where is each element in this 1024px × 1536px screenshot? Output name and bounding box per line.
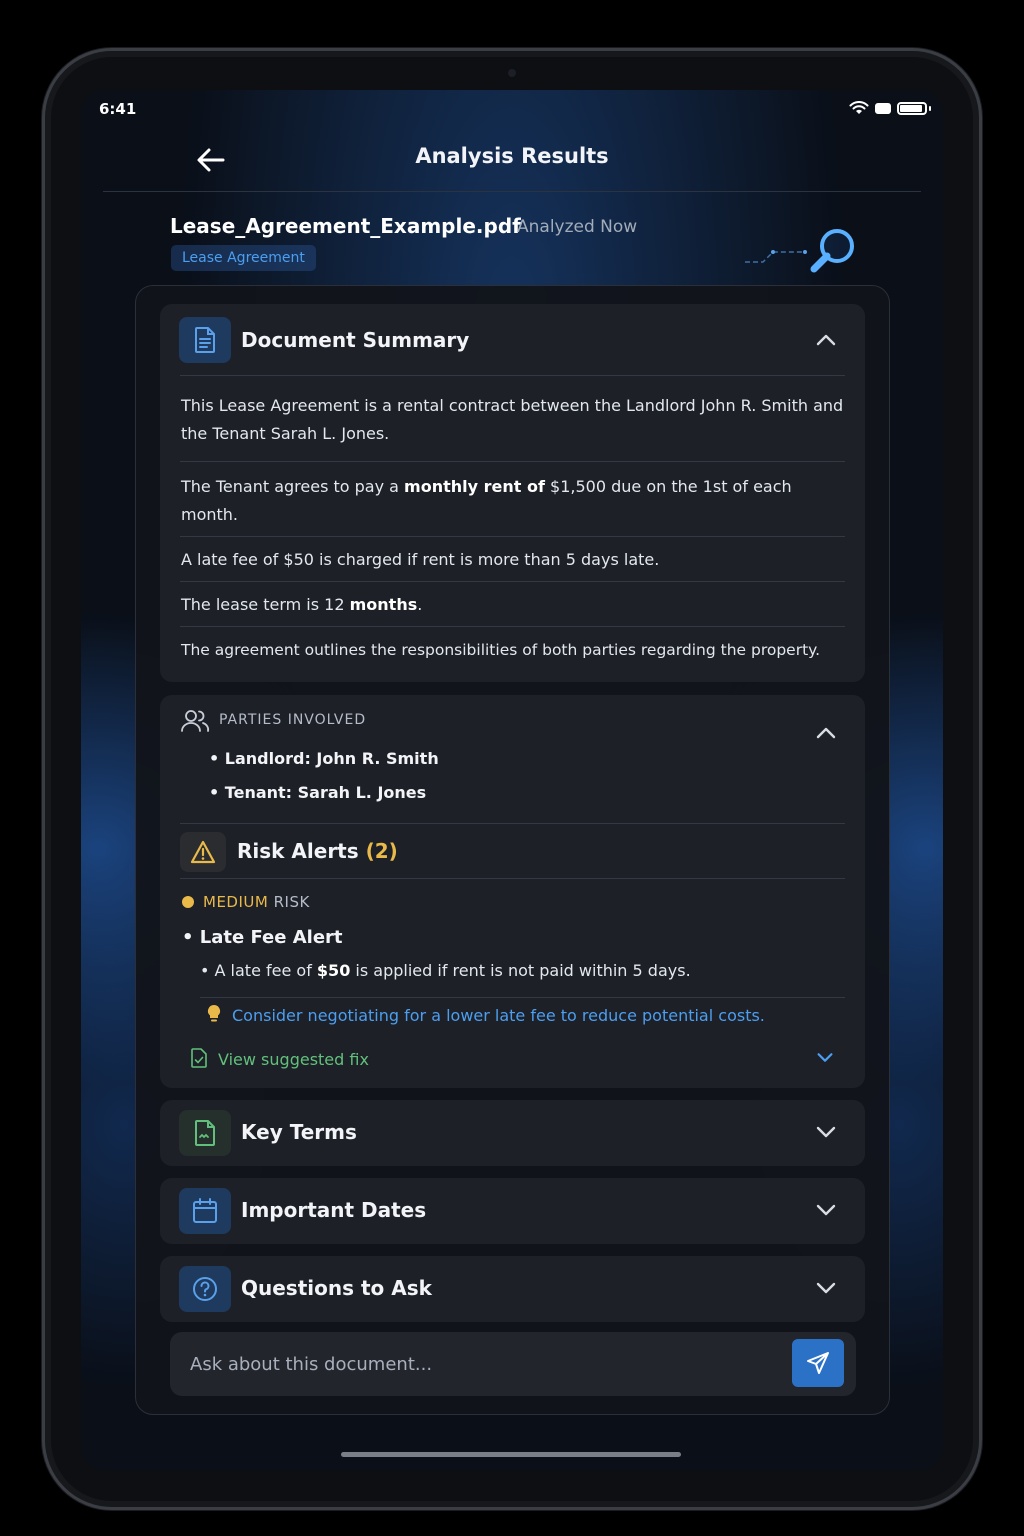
risk-alerts-label: Risk Alerts (237, 839, 359, 863)
alert-desc-part: • A late fee of (200, 961, 317, 980)
magnifier-icon (745, 229, 854, 273)
party-landlord: • Landlord: John R. Smith (209, 749, 439, 768)
parties-risk-card: PARTIES INVOLVED • Landlord: John R. Smi… (160, 695, 865, 1088)
questions-card[interactable]: Questions to Ask (160, 1256, 865, 1322)
chevron-down-icon[interactable] (814, 1120, 838, 1144)
summary-text-part: The lease term is 12 (181, 595, 350, 614)
summary-paragraph-1: This Lease Agreement is a rental contrac… (181, 396, 844, 443)
divider (200, 997, 845, 998)
summary-icon-box (179, 317, 231, 363)
risk-level-severity: MEDIUM (203, 893, 269, 911)
chevron-down-icon[interactable] (814, 1046, 836, 1068)
app-screen: 6:41 Analysis Results Lease_Agreement_Ex… (81, 90, 943, 1470)
risk-tip: Consider negotiating for a lower late fe… (232, 1006, 765, 1025)
important-dates-title: Important Dates (241, 1198, 427, 1222)
questions-icon-box (179, 1266, 231, 1312)
parties-label: PARTIES INVOLVED (219, 712, 367, 728)
status-bar: 6:41 (81, 90, 943, 130)
questions-title: Questions to Ask (241, 1276, 432, 1300)
summary-paragraph-3: A late fee of $50 is charged if rent is … (181, 550, 660, 569)
warning-icon-box (180, 832, 226, 872)
summary-text-part: The Tenant agrees to pay a (181, 477, 405, 496)
chevron-up-icon[interactable] (814, 328, 838, 352)
ask-document-input[interactable] (190, 1332, 770, 1396)
key-terms-icon-box (179, 1110, 231, 1156)
alert-desc-part: is applied if rent is not paid within 5 … (350, 961, 691, 980)
party-tenant: • Tenant: Sarah L. Jones (209, 783, 427, 802)
status-time: 6:41 (99, 100, 137, 118)
document-check-icon (191, 1048, 207, 1068)
summary-title: Document Summary (241, 328, 470, 352)
battery-cap (929, 105, 931, 111)
chat-input-bar (170, 1332, 856, 1396)
lightbulb-icon (207, 1004, 221, 1022)
send-button[interactable] (792, 1339, 844, 1387)
risk-level-label: MEDIUM RISK (203, 893, 310, 911)
send-icon (807, 1352, 829, 1374)
chevron-up-icon[interactable] (814, 721, 838, 745)
dates-icon-box (179, 1188, 231, 1234)
document-filename: Lease_Agreement_Example.pdf (170, 214, 521, 238)
divider (180, 878, 845, 879)
document-icon (195, 327, 215, 353)
wifi-icon (849, 101, 869, 114)
key-terms-card[interactable]: Key Terms (160, 1100, 865, 1166)
document-type-tag: Lease Agreement (171, 245, 316, 271)
summary-paragraph-2: The Tenant agrees to pay a monthly rent … (181, 473, 846, 529)
divider (180, 581, 845, 582)
risk-alerts-count: (2) (365, 839, 398, 863)
alert-desc-bold: $50 (316, 961, 351, 980)
summary-paragraph-5: The agreement outlines the responsibilit… (181, 641, 821, 659)
divider (180, 626, 845, 627)
alert-description: • A late fee of $50 is applied if rent i… (200, 961, 691, 980)
front-camera (508, 69, 516, 77)
analysis-status: Analyzed Now (517, 217, 638, 237)
divider (180, 536, 845, 537)
question-icon (193, 1277, 217, 1301)
summary-paragraph-4: The lease term is 12 months. (181, 591, 846, 619)
key-terms-title: Key Terms (241, 1120, 357, 1144)
alert-title: • Late Fee Alert (182, 927, 343, 948)
divider (180, 375, 845, 376)
calendar-icon (193, 1198, 217, 1223)
summary-text-part: . (417, 595, 423, 614)
status-icons (849, 101, 931, 115)
view-suggested-fix-link[interactable]: View suggested fix (218, 1050, 369, 1069)
divider (180, 461, 845, 462)
important-dates-card[interactable]: Important Dates (160, 1178, 865, 1244)
results-panel: Document Summary This Lease Agreement is… (135, 285, 890, 1415)
home-indicator[interactable] (341, 1452, 681, 1457)
cellular-icon (875, 102, 891, 114)
divider (180, 823, 845, 824)
risk-alerts-title: Risk Alerts (2) (237, 839, 398, 863)
summary-text-bold: months (349, 595, 418, 614)
document-signed-icon (195, 1120, 215, 1146)
navigation-bar: Analysis Results (103, 132, 921, 192)
document-summary-card: Document Summary This Lease Agreement is… (160, 304, 865, 682)
chevron-down-icon[interactable] (814, 1198, 838, 1222)
warning-icon (190, 840, 216, 864)
risk-level-suffix: RISK (268, 893, 310, 911)
page-title: Analysis Results (415, 144, 609, 168)
battery-icon (897, 101, 927, 115)
summary-text-bold: monthly rent of (404, 477, 545, 496)
chevron-down-icon[interactable] (814, 1276, 838, 1300)
risk-level-dot (182, 896, 194, 908)
users-icon (181, 710, 210, 732)
